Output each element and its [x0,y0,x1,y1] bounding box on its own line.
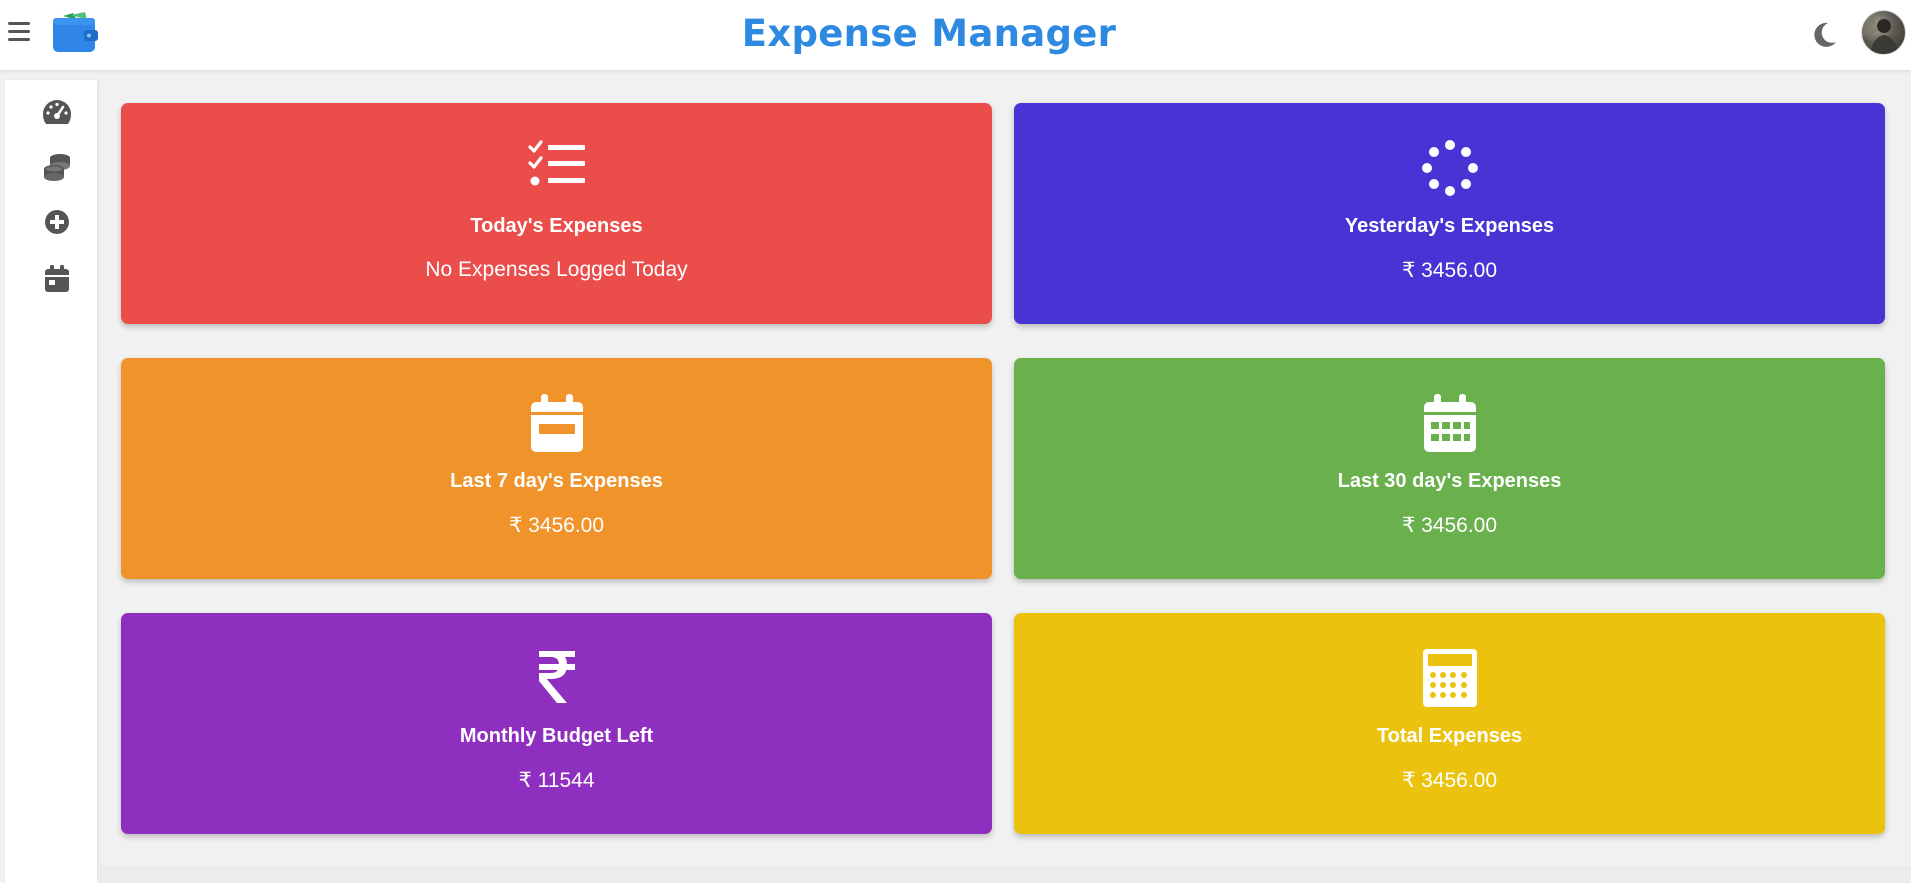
add-circle-icon [45,210,69,234]
card-label: Monthly Budget Left [459,725,654,747]
app-title: Expense Manager [741,12,1117,55]
spinner-icon [1421,140,1478,196]
moon-icon[interactable] [1810,20,1838,50]
sidebar-item-calendar[interactable] [35,257,79,301]
card-label: Last 7 day's Expenses [450,470,663,492]
card-value: ₹ 11544 [518,769,595,792]
card-value: ₹ 3456.00 [1401,769,1498,792]
card-label: Today's Expenses [470,215,643,237]
card-label: Yesterday's Expenses [1344,215,1555,237]
card-total-expenses[interactable]: Total Expenses ₹ 3456.00 [1014,613,1885,834]
checklist-icon [527,140,585,186]
card-label: Total Expenses [1376,725,1523,747]
dashboard-content: Today's Expenses No Expenses Logged Toda… [98,70,1911,865]
card-yesterdays-expenses[interactable]: Yesterday's Expenses ₹ 3456.00 [1014,103,1885,324]
sidebar-item-dashboard[interactable] [35,90,79,134]
card-last-7-days-expenses[interactable]: Last 7 day's Expenses ₹ 3456.00 [121,358,992,579]
sidebar-item-expenses[interactable] [35,145,79,189]
card-monthly-budget-left[interactable]: Monthly Budget Left ₹ 11544 [121,613,992,834]
user-avatar[interactable] [1861,10,1906,55]
calculator-icon [1422,649,1477,707]
card-todays-expenses[interactable]: Today's Expenses No Expenses Logged Toda… [121,103,992,324]
sidebar-item-add-expense[interactable] [35,200,79,244]
calendar-week-icon [530,394,583,452]
calendar-month-icon [1423,394,1476,452]
top-bar: Expense Manager [0,0,1911,70]
calendar-icon [45,265,69,292]
coins-icon [44,154,70,181]
rupee-icon [538,651,575,703]
footer-strip [98,866,1911,883]
sidebar [5,80,97,883]
card-value: ₹ 3456.00 [508,514,605,537]
card-last-30-days-expenses[interactable]: Last 30 day's Expenses ₹ 3456.00 [1014,358,1885,579]
card-value: ₹ 3456.00 [1401,514,1498,537]
dashboard-gauge-icon [43,100,71,124]
card-label: Last 30 day's Expenses [1337,470,1562,492]
card-value: ₹ 3456.00 [1401,259,1498,282]
card-value: No Expenses Logged Today [425,258,688,281]
